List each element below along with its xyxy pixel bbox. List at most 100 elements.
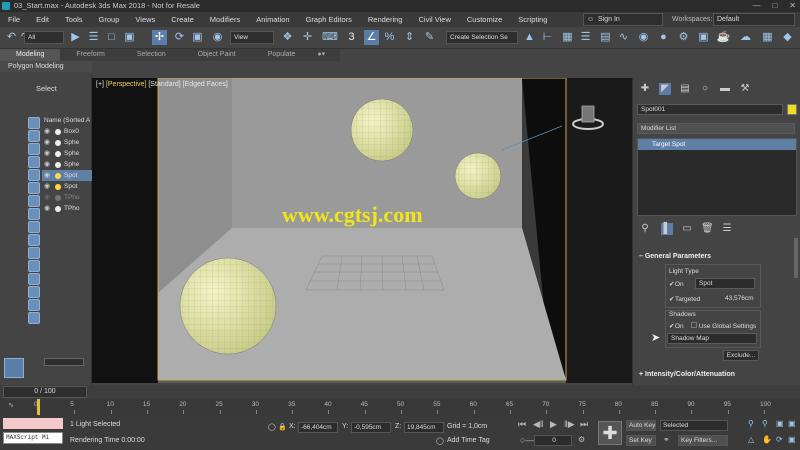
create-tab-icon[interactable]: ✚ bbox=[639, 83, 651, 95]
explorer-mode-icon[interactable] bbox=[4, 358, 24, 378]
eye-icon[interactable]: ◉ bbox=[42, 159, 52, 170]
use-global-settings-checkbox[interactable]: Use Global Settings bbox=[691, 322, 756, 330]
reference-coord-dropdown[interactable]: View bbox=[230, 31, 274, 44]
display-helpers-icon[interactable] bbox=[28, 182, 40, 194]
zoom-extents-icon[interactable]: ▣ bbox=[776, 419, 784, 428]
display-hidden-icon[interactable] bbox=[28, 273, 40, 285]
tab-selection[interactable]: Selection bbox=[121, 49, 182, 61]
align-icon[interactable]: ⊢ bbox=[540, 30, 555, 45]
viewport[interactable]: www.cgtsj.com bbox=[92, 77, 632, 383]
make-unique-icon[interactable]: ▭ bbox=[681, 223, 693, 235]
zoom-extents-all-icon[interactable]: ▣ bbox=[788, 419, 796, 428]
menu-civil-view[interactable]: Civil View bbox=[410, 12, 458, 27]
list-scrollbar[interactable] bbox=[44, 358, 84, 366]
isolate-icon[interactable]: ◯ bbox=[268, 423, 276, 431]
schematic-view-icon[interactable]: ◉ bbox=[636, 30, 651, 45]
display-bones-icon[interactable] bbox=[28, 234, 40, 246]
display-geometry-icon[interactable] bbox=[28, 130, 40, 142]
maximize-viewport-icon[interactable]: ▣ bbox=[788, 435, 796, 444]
go-to-end-icon[interactable]: ⏭ bbox=[580, 419, 588, 430]
display-none-icon[interactable] bbox=[28, 117, 40, 129]
viewport-edges-label[interactable]: [Edged Faces] bbox=[183, 81, 228, 88]
y-coordinate-field[interactable]: -0,595cm bbox=[351, 422, 391, 433]
menu-scripting[interactable]: Scripting bbox=[510, 12, 555, 27]
auto-key-button[interactable]: Auto Key bbox=[626, 420, 656, 431]
display-containers-icon[interactable] bbox=[28, 247, 40, 259]
previous-frame-icon[interactable]: ◀‖ bbox=[533, 419, 544, 430]
display-cameras-icon[interactable] bbox=[28, 169, 40, 181]
set-key-big-button[interactable]: ✚ bbox=[598, 421, 622, 445]
current-frame-marker[interactable] bbox=[37, 399, 40, 415]
toggle-ribbon-icon[interactable]: ▤ bbox=[598, 30, 613, 45]
toggle-layer-explorer-icon[interactable]: ☰ bbox=[578, 30, 593, 45]
tab-freeform[interactable]: Freeform bbox=[60, 49, 120, 61]
z-coordinate-field[interactable]: 19,845cm bbox=[404, 422, 444, 433]
list-item[interactable]: ◉ Box0 bbox=[42, 126, 92, 137]
next-frame-icon[interactable]: ‖▶ bbox=[564, 419, 575, 430]
viewport-shading-label[interactable]: [Standard] bbox=[148, 81, 180, 88]
zoom-icon[interactable]: ⚲ bbox=[748, 419, 754, 428]
display-all-icon[interactable] bbox=[28, 286, 40, 298]
ribbon-options-icon[interactable]: ●▾ bbox=[311, 49, 331, 61]
snaps-toggle-icon[interactable]: 3 bbox=[344, 30, 359, 45]
shadow-type-dropdown[interactable]: Shadow Map bbox=[667, 333, 757, 344]
menu-graph-editors[interactable]: Graph Editors bbox=[298, 12, 360, 27]
close-icon[interactable]: ✕ bbox=[789, 0, 796, 12]
pivot-icon[interactable]: ❖ bbox=[280, 30, 295, 45]
field-of-view-icon[interactable]: △ bbox=[748, 435, 754, 444]
targeted-checkbox[interactable]: ✔Targeted bbox=[669, 295, 700, 303]
utilities-tab-icon[interactable]: ⚒ bbox=[739, 83, 751, 95]
toggle-scene-explorer-icon[interactable]: ▦ bbox=[560, 30, 575, 45]
edit-named-sets-icon[interactable]: ✎ bbox=[422, 30, 437, 45]
time-tag-icon[interactable]: ◯ bbox=[436, 437, 444, 445]
a360-gallery-icon[interactable]: ▦ bbox=[760, 30, 775, 45]
menu-rendering[interactable]: Rendering bbox=[360, 12, 411, 27]
curve-editor-icon[interactable]: ∿ bbox=[616, 30, 631, 45]
configure-sets-icon[interactable]: ☰ bbox=[721, 223, 733, 235]
list-item[interactable]: ◉ Sphe bbox=[42, 159, 92, 170]
name-column-header[interactable]: Name (Sorted A bbox=[42, 116, 92, 126]
move-icon[interactable]: ✢ bbox=[152, 30, 167, 45]
eye-icon[interactable]: ◉ bbox=[42, 148, 52, 159]
panel-scrollbar[interactable] bbox=[794, 238, 798, 278]
stack-item[interactable]: Target Spot bbox=[638, 139, 796, 150]
spinner-snap-icon[interactable]: ⇕ bbox=[402, 30, 417, 45]
pan-view-icon[interactable]: ✋ bbox=[762, 435, 772, 444]
key-icon[interactable]: ⚭ bbox=[663, 435, 670, 444]
select-object-icon[interactable]: ▶ bbox=[68, 30, 83, 45]
selection-lock-icon[interactable]: 🔒 bbox=[278, 423, 287, 431]
open-autodesk-icon[interactable]: ◆ bbox=[780, 30, 795, 45]
menu-tools[interactable]: Tools bbox=[57, 12, 91, 27]
light-type-dropdown[interactable]: Spot bbox=[695, 278, 755, 289]
viewcube[interactable] bbox=[570, 100, 606, 136]
menu-file[interactable]: File bbox=[0, 12, 28, 27]
menu-edit[interactable]: Edit bbox=[28, 12, 57, 27]
render-production-icon[interactable]: ☕ bbox=[716, 30, 731, 45]
maxscript-mini-listener[interactable]: MAXScript Mi bbox=[3, 432, 63, 444]
list-item[interactable]: ◉ Spot bbox=[42, 170, 92, 181]
viewport-menu-label[interactable]: [+] bbox=[96, 81, 104, 88]
undo-icon[interactable]: ↶ bbox=[4, 30, 19, 45]
angle-snap-icon[interactable]: ∠ bbox=[364, 30, 379, 45]
keyboard-shortcut-icon[interactable]: ⌨ bbox=[322, 30, 338, 45]
display-xrefs-icon[interactable] bbox=[28, 221, 40, 233]
orbit-icon[interactable]: ⟳ bbox=[776, 435, 783, 444]
eye-icon[interactable]: ◉ bbox=[42, 192, 52, 203]
intensity-rollout[interactable]: + Intensity/Color/Attenuation bbox=[639, 371, 735, 378]
key-filters-button[interactable]: Key Filters... bbox=[678, 435, 728, 446]
viewport-pov-label[interactable]: [Perspective] bbox=[106, 81, 146, 88]
place-icon[interactable]: ◉ bbox=[210, 30, 225, 45]
display-lights-icon[interactable] bbox=[28, 156, 40, 168]
select-manipulate-icon[interactable]: ✛ bbox=[300, 30, 315, 45]
object-name-field[interactable]: Spot001 bbox=[637, 104, 783, 115]
list-item[interactable]: ◉ Sphe bbox=[42, 148, 92, 159]
eye-icon[interactable]: ◉ bbox=[42, 126, 52, 137]
mirror-icon[interactable]: ▲ bbox=[522, 30, 537, 45]
eye-icon[interactable]: ◉ bbox=[42, 203, 52, 214]
window-crossing-icon[interactable]: ▣ bbox=[122, 30, 137, 45]
shadows-on-checkbox[interactable]: ✔On bbox=[669, 322, 684, 330]
zoom-all-icon[interactable]: ⚲ bbox=[762, 419, 768, 428]
rendered-frame-window-icon[interactable]: ▣ bbox=[696, 30, 711, 45]
modifier-stack[interactable]: Target Spot bbox=[637, 138, 797, 216]
eye-icon[interactable]: ◉ bbox=[42, 181, 52, 192]
